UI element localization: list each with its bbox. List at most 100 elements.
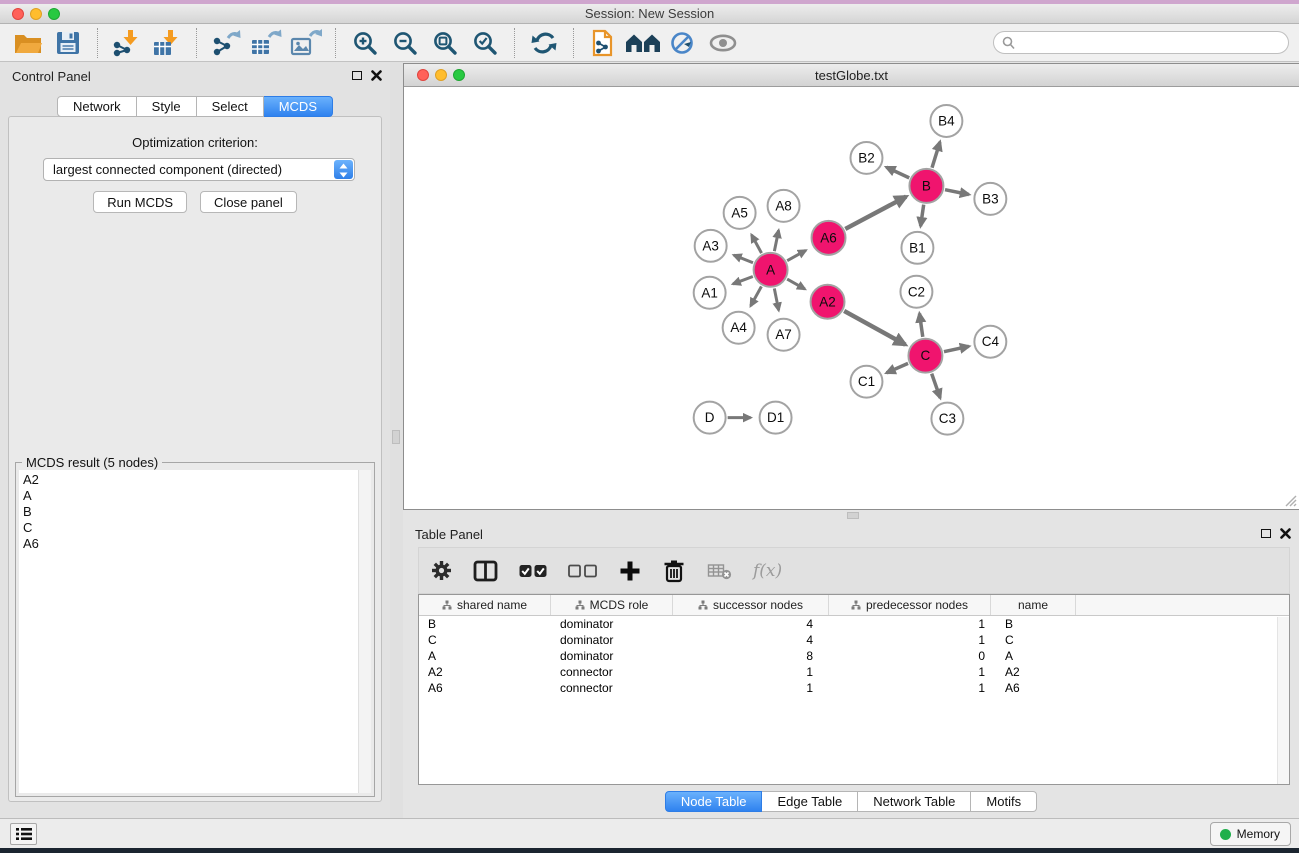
table-panel: Table Panel f(x) shared nameMCDS role	[403, 520, 1299, 818]
resize-grip-icon[interactable]	[1283, 493, 1297, 507]
node-C[interactable]: C	[908, 339, 942, 373]
node-B3[interactable]: B3	[974, 183, 1006, 215]
vertical-splitter[interactable]	[390, 62, 403, 818]
network-window-titlebar[interactable]: testGlobe.txt	[404, 64, 1299, 87]
node-C3[interactable]: C3	[931, 403, 963, 435]
network-canvas[interactable]: B4 B2 B B3 A5 A8 A6 B1 A3 A C2 A1 A2 A4 A7 C4 C C1 C3 D D1	[404, 88, 1299, 509]
column-header-successor-nodes[interactable]: successor nodes	[673, 595, 829, 615]
result-item[interactable]: C	[23, 520, 371, 536]
node-C1[interactable]: C1	[851, 366, 883, 398]
zoom-selected-icon[interactable]	[467, 27, 503, 59]
splitter-grip[interactable]	[392, 430, 400, 444]
criterion-dropdown[interactable]: largest connected component (directed)	[43, 158, 355, 181]
import-table-icon[interactable]	[149, 27, 185, 59]
houses-icon[interactable]	[625, 27, 661, 59]
table-row[interactable]: Bdominator41B	[419, 616, 1289, 632]
tab-mcds[interactable]: MCDS	[264, 96, 333, 117]
edge-A-A5	[752, 235, 762, 253]
tab-style[interactable]: Style	[137, 96, 197, 117]
tab-select[interactable]: Select	[197, 96, 264, 117]
close-panel-icon[interactable]	[371, 70, 382, 81]
node-A5[interactable]: A5	[724, 197, 756, 229]
mcds-result-list[interactable]: A2ABCA6	[19, 470, 371, 793]
tab-network[interactable]: Network	[57, 96, 137, 117]
mcds-panel: Optimization criterion: largest connecte…	[8, 116, 382, 802]
run-mcds-button[interactable]: Run MCDS	[93, 191, 187, 213]
table-row[interactable]: A2connector11A2	[419, 664, 1289, 680]
search-box[interactable]	[993, 31, 1289, 54]
export-image-icon[interactable]	[288, 27, 324, 59]
result-item[interactable]: A6	[23, 536, 371, 552]
refresh-icon[interactable]	[526, 27, 562, 59]
result-scrollbar[interactable]	[358, 470, 371, 793]
splitter-grip[interactable]	[847, 512, 859, 519]
node-D1[interactable]: D1	[760, 402, 792, 434]
edge-A-A8	[774, 230, 778, 251]
zoom-in-icon[interactable]	[347, 27, 383, 59]
node-B[interactable]: B	[909, 169, 943, 203]
main-toolbar	[0, 24, 1299, 62]
tab-edge-table[interactable]: Edge Table	[762, 791, 858, 812]
duplicate-network-icon[interactable]	[585, 27, 621, 59]
float-panel-icon[interactable]	[352, 71, 362, 80]
result-item[interactable]: A2	[23, 472, 371, 488]
toolbar-separator	[573, 28, 574, 58]
gear-icon[interactable]	[431, 560, 452, 581]
node-table: shared nameMCDS rolesuccessor nodesprede…	[418, 594, 1290, 785]
tab-node-table[interactable]: Node Table	[665, 791, 763, 812]
folder-open-icon[interactable]	[10, 27, 46, 59]
node-A8[interactable]: A8	[768, 190, 800, 222]
result-item[interactable]: B	[23, 504, 371, 520]
column-header-MCDS-role[interactable]: MCDS role	[551, 595, 673, 615]
checked-pair-icon[interactable]	[519, 564, 547, 578]
node-A2[interactable]: A2	[811, 285, 845, 319]
node-A6[interactable]: A6	[812, 221, 846, 255]
node-C2[interactable]: C2	[900, 276, 932, 308]
table-row[interactable]: A6connector11A6	[419, 680, 1289, 696]
table-scrollbar[interactable]	[1277, 617, 1289, 784]
task-history-button[interactable]	[10, 823, 37, 845]
table-panel-title: Table Panel	[415, 527, 483, 542]
close-panel-icon[interactable]	[1280, 528, 1291, 539]
memory-button[interactable]: Memory	[1210, 822, 1291, 846]
node-A3[interactable]: A3	[695, 230, 727, 262]
node-A7[interactable]: A7	[768, 319, 800, 351]
import-network-icon[interactable]	[109, 27, 145, 59]
app-titlebar: Session: New Session	[0, 4, 1299, 24]
node-C4[interactable]: C4	[974, 326, 1006, 358]
column-header-name[interactable]: name	[991, 595, 1076, 615]
plus-icon[interactable]	[619, 560, 641, 582]
search-input[interactable]	[1020, 33, 1280, 52]
horizontal-splitter[interactable]	[403, 511, 1299, 520]
node-A[interactable]: A	[754, 253, 788, 287]
close-panel-button[interactable]: Close panel	[200, 191, 297, 213]
pen-slash-icon[interactable]	[665, 27, 701, 59]
export-table-icon[interactable]	[248, 27, 284, 59]
float-panel-icon[interactable]	[1261, 529, 1271, 538]
unchecked-pair-icon[interactable]	[568, 564, 598, 578]
tab-network-table[interactable]: Network Table	[858, 791, 971, 812]
node-B4[interactable]: B4	[930, 105, 962, 137]
trash-icon[interactable]	[662, 559, 686, 583]
node-B1[interactable]: B1	[901, 232, 933, 264]
zoom-fit-icon[interactable]	[427, 27, 463, 59]
result-item[interactable]: A	[23, 488, 371, 504]
toolbar-separator	[97, 28, 98, 58]
node-B2[interactable]: B2	[851, 142, 883, 174]
column-header-predecessor-nodes[interactable]: predecessor nodes	[829, 595, 991, 615]
export-network-icon[interactable]	[208, 27, 244, 59]
columns-icon[interactable]	[473, 560, 498, 582]
eye-icon[interactable]	[705, 27, 741, 59]
cell: A2	[991, 664, 1076, 680]
list-icon	[16, 827, 32, 841]
save-icon[interactable]	[50, 27, 86, 59]
tab-motifs[interactable]: Motifs	[971, 791, 1037, 812]
delete-table-icon	[707, 562, 732, 580]
node-D[interactable]: D	[694, 402, 726, 434]
table-row[interactable]: Adominator80A	[419, 648, 1289, 664]
zoom-out-icon[interactable]	[387, 27, 423, 59]
column-header-shared-name[interactable]: shared name	[419, 595, 551, 615]
node-A1[interactable]: A1	[694, 277, 726, 309]
table-row[interactable]: Cdominator41C	[419, 632, 1289, 648]
node-A4[interactable]: A4	[723, 312, 755, 344]
